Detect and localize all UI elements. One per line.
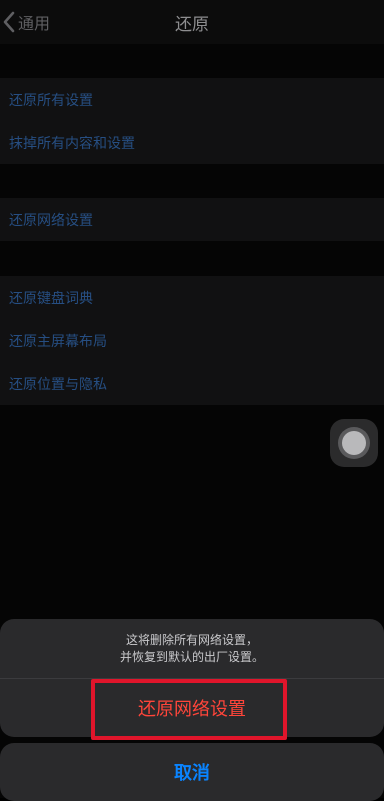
page-title: 还原 xyxy=(175,15,209,35)
navigation-bar: 通用 还原 xyxy=(0,0,384,44)
reset-location-privacy-row[interactable]: 还原位置与隐私 xyxy=(0,362,384,405)
assistive-touch-button[interactable] xyxy=(330,419,378,467)
reset-all-settings-row[interactable]: 还原所有设置 xyxy=(0,78,384,121)
reset-home-screen-layout-row[interactable]: 还原主屏幕布局 xyxy=(0,319,384,362)
settings-group-network: 还原网络设置 xyxy=(0,198,384,241)
cancel-button[interactable]: 取消 xyxy=(0,743,384,801)
highlight-annotation-box xyxy=(91,679,287,740)
settings-group-reset-all: 还原所有设置 抹掉所有内容和设置 xyxy=(0,78,384,164)
reset-keyboard-dictionary-row[interactable]: 还原键盘词典 xyxy=(0,276,384,319)
settings-group-other: 还原键盘词典 还原主屏幕布局 还原位置与隐私 xyxy=(0,276,384,405)
reset-network-settings-row[interactable]: 还原网络设置 xyxy=(0,198,384,241)
action-sheet-message-line1: 这将删除所有网络设置， xyxy=(125,632,258,647)
assistive-touch-icon xyxy=(342,431,366,455)
erase-all-content-row[interactable]: 抹掉所有内容和设置 xyxy=(0,121,384,164)
action-sheet-message-line2: 并恢复到默认的出厂设置。 xyxy=(119,649,264,664)
reset-settings-screen: 通用 还原 还原所有设置 抹掉所有内容和设置 还原网络设置 还原键盘词典 还原主… xyxy=(0,0,384,801)
action-sheet-message: 这将删除所有网络设置， 并恢复到默认的出厂设置。 xyxy=(0,619,384,679)
